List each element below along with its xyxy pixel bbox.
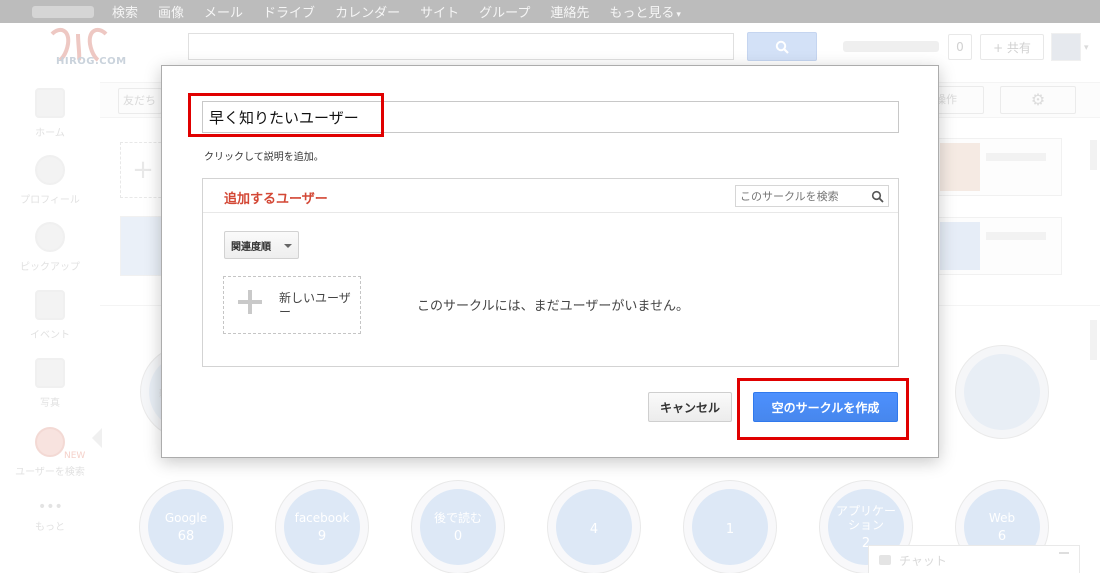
people-panel: 追加するユーザー 関連度順 新しいユーザー このサークルには、まだユーザーがいま… — [202, 178, 899, 367]
empty-circle-message: このサークルには、まだユーザーがいません。 — [417, 299, 689, 314]
plus-icon — [238, 290, 262, 314]
new-person-label: 新しいユーザー — [279, 291, 351, 319]
sort-dropdown-label: 関連度順 — [231, 241, 271, 253]
circle-search-input[interactable] — [736, 186, 866, 206]
chevron-down-icon — [284, 244, 292, 248]
circle-search-box[interactable] — [735, 185, 889, 207]
people-panel-header: 追加するユーザー — [203, 179, 898, 213]
cancel-button[interactable]: キャンセル — [648, 392, 732, 422]
create-circle-dialog: クリックして説明を追加。 追加するユーザー 関連度順 新しいユーザー このサーク… — [161, 65, 939, 458]
create-empty-circle-button[interactable]: 空のサークルを作成 — [753, 392, 898, 422]
people-panel-title: 追加するユーザー — [224, 192, 328, 207]
sort-dropdown[interactable]: 関連度順 — [224, 231, 299, 259]
add-description-link[interactable]: クリックして説明を追加。 — [204, 148, 324, 163]
new-person-button[interactable]: 新しいユーザー — [223, 276, 361, 334]
search-icon — [871, 190, 884, 203]
circle-name-input[interactable] — [202, 101, 899, 133]
